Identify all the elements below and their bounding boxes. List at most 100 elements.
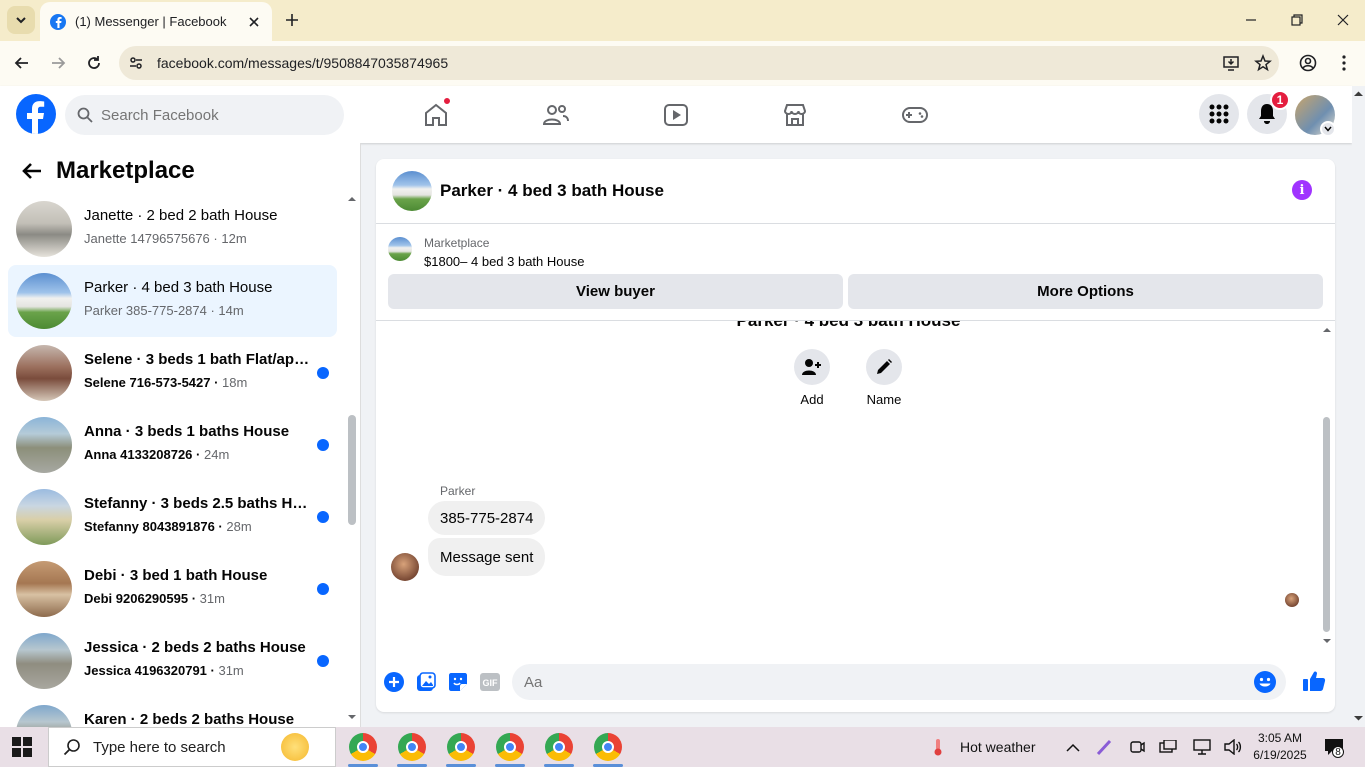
like-button[interactable]	[1302, 669, 1326, 693]
message-bubble[interactable]: Message sent	[428, 538, 546, 576]
network-adapter-icon[interactable]	[1159, 738, 1177, 756]
chat-scrollbar-thumb[interactable]	[1323, 417, 1330, 632]
message-bubble[interactable]: 385-775-2874	[428, 501, 546, 535]
emoji-icon[interactable]	[1254, 671, 1276, 693]
conversation-item[interactable]: Selene · 3 beds 1 bath Flat/apartment Se…	[8, 337, 337, 409]
url-text: facebook.com/messages/t/9508847035874965	[157, 55, 449, 71]
inbox-scrollbar-thumb[interactable]	[348, 415, 356, 525]
install-app-icon[interactable]	[1215, 54, 1247, 72]
listing-mini-thumbnail	[388, 237, 412, 261]
volume-icon[interactable]	[1224, 738, 1242, 756]
chat-title[interactable]: Parker · 4 bed 3 bath House	[440, 181, 664, 201]
unread-dot	[317, 511, 329, 523]
chat-header: Parker · 4 bed 3 bath House i	[376, 159, 1335, 224]
more-vertical-icon	[1342, 55, 1346, 71]
back-arrow-icon[interactable]	[20, 159, 44, 183]
thermometer-icon[interactable]	[929, 738, 947, 756]
scroll-up-icon[interactable]	[348, 195, 356, 203]
scroll-up-icon[interactable]	[1354, 90, 1363, 98]
page-scrollbar[interactable]	[1352, 86, 1365, 727]
nav-friends[interactable]	[540, 99, 572, 131]
tab-title: (1) Messenger | Facebook	[75, 14, 227, 29]
conversation-time: 31m	[199, 591, 225, 606]
nav-gaming[interactable]	[899, 99, 931, 131]
scroll-down-icon[interactable]	[1354, 714, 1363, 722]
show-hidden-icons-icon[interactable]	[1064, 738, 1082, 756]
conversation-contact: Debi 9206290595	[84, 591, 189, 606]
unread-dot	[317, 367, 329, 379]
svg-text:GIF: GIF	[483, 678, 499, 688]
message-input-box[interactable]	[512, 664, 1286, 700]
scroll-down-icon[interactable]	[1323, 637, 1331, 645]
unread-dot	[317, 583, 329, 595]
more-actions-button[interactable]	[383, 671, 405, 693]
conversation-title: Selene · 3 beds 1 bath Flat/apartment	[84, 351, 312, 368]
nav-video[interactable]	[660, 99, 692, 131]
windows-start-icon[interactable]	[12, 737, 32, 757]
pen-icon[interactable]	[1096, 738, 1114, 756]
nav-home[interactable]	[420, 97, 452, 131]
system-clock[interactable]: 3:05 AM 6/19/2025	[1250, 730, 1310, 764]
minimize-button[interactable]	[1238, 8, 1264, 32]
conversation-item[interactable]: Janette · 2 bed 2 bath House Janette 147…	[8, 193, 337, 265]
back-button[interactable]	[10, 51, 34, 75]
account-menu-chevron-icon[interactable]	[1320, 121, 1336, 137]
chrome-taskbar-app[interactable]	[496, 733, 524, 761]
browser-tab[interactable]: (1) Messenger | Facebook	[40, 2, 272, 41]
chat-panel: Parker · 4 bed 3 bath House i Marketplac…	[376, 159, 1335, 712]
listing-thumbnail	[16, 561, 72, 617]
facebook-logo[interactable]	[16, 94, 56, 134]
conversation-item[interactable]: Anna · 3 beds 1 baths House Anna 4133208…	[8, 409, 337, 481]
forward-button[interactable]	[46, 51, 70, 75]
conversation-title: Janette · 2 bed 2 bath House	[84, 207, 278, 224]
tab-search-button[interactable]	[7, 6, 35, 34]
site-info-icon[interactable]	[119, 55, 153, 71]
meet-now-icon[interactable]	[1128, 738, 1146, 756]
more-options-button[interactable]: More Options	[848, 274, 1323, 309]
menu-button[interactable]	[1199, 94, 1239, 134]
close-tab-icon[interactable]	[246, 14, 262, 30]
chrome-taskbar-app[interactable]	[349, 733, 377, 761]
conversation-item[interactable]: Karen · 2 beds 2 baths House	[8, 697, 337, 727]
notification-badge: 1	[1270, 90, 1290, 110]
attach-photo-button[interactable]	[415, 671, 437, 693]
bookmark-star-icon[interactable]	[1247, 54, 1279, 72]
info-icon[interactable]: i	[1292, 180, 1312, 200]
chrome-taskbar-app[interactable]	[447, 733, 475, 761]
add-people-button[interactable]: Add	[787, 349, 837, 407]
sticker-button[interactable]	[447, 671, 469, 693]
weather-text[interactable]: Hot weather	[960, 739, 1035, 755]
name-chat-button[interactable]: Name	[859, 349, 909, 407]
conversation-item[interactable]: Stefanny · 3 beds 2.5 baths House Stefan…	[8, 481, 337, 553]
chrome-taskbar-app[interactable]	[594, 733, 622, 761]
sender-avatar[interactable]	[391, 553, 419, 581]
chat-listing-avatar[interactable]	[392, 171, 432, 211]
listing-thumbnail	[16, 345, 72, 401]
view-buyer-button[interactable]: View buyer	[388, 274, 843, 309]
nav-marketplace[interactable]	[779, 99, 811, 131]
scroll-up-icon[interactable]	[1323, 326, 1331, 334]
inbox-scrollbar[interactable]	[345, 193, 359, 723]
facebook-search[interactable]	[65, 95, 344, 135]
browser-menu-button[interactable]	[1332, 51, 1356, 75]
reload-button[interactable]	[82, 51, 106, 75]
listing-summary[interactable]: Marketplace $1800– 4 bed 3 bath House	[388, 236, 584, 269]
chrome-taskbar-app[interactable]	[545, 733, 573, 761]
notification-center-icon[interactable]: 8	[1324, 738, 1344, 758]
conversation-subtitle: Anna 4133208726 · 24m	[84, 447, 230, 462]
ethernet-icon[interactable]	[1193, 738, 1211, 756]
new-tab-button[interactable]	[281, 9, 303, 31]
facebook-search-input[interactable]	[101, 106, 321, 124]
conversation-item-active[interactable]: Parker · 4 bed 3 bath House Parker 385-7…	[8, 265, 337, 337]
scroll-down-icon[interactable]	[348, 713, 356, 721]
restore-button[interactable]	[1284, 8, 1310, 32]
profile-button[interactable]	[1296, 51, 1320, 75]
conversation-item[interactable]: Debi · 3 bed 1 bath House Debi 920629059…	[8, 553, 337, 625]
conversation-item[interactable]: Jessica · 2 beds 2 baths House Jessica 4…	[8, 625, 337, 697]
address-bar[interactable]: facebook.com/messages/t/9508847035874965	[119, 46, 1279, 80]
gif-button[interactable]: GIF	[479, 671, 501, 693]
close-window-button[interactable]	[1330, 8, 1356, 32]
chrome-taskbar-app[interactable]	[398, 733, 426, 761]
chat-scrollbar[interactable]	[1321, 324, 1333, 649]
message-input[interactable]	[524, 673, 1244, 691]
